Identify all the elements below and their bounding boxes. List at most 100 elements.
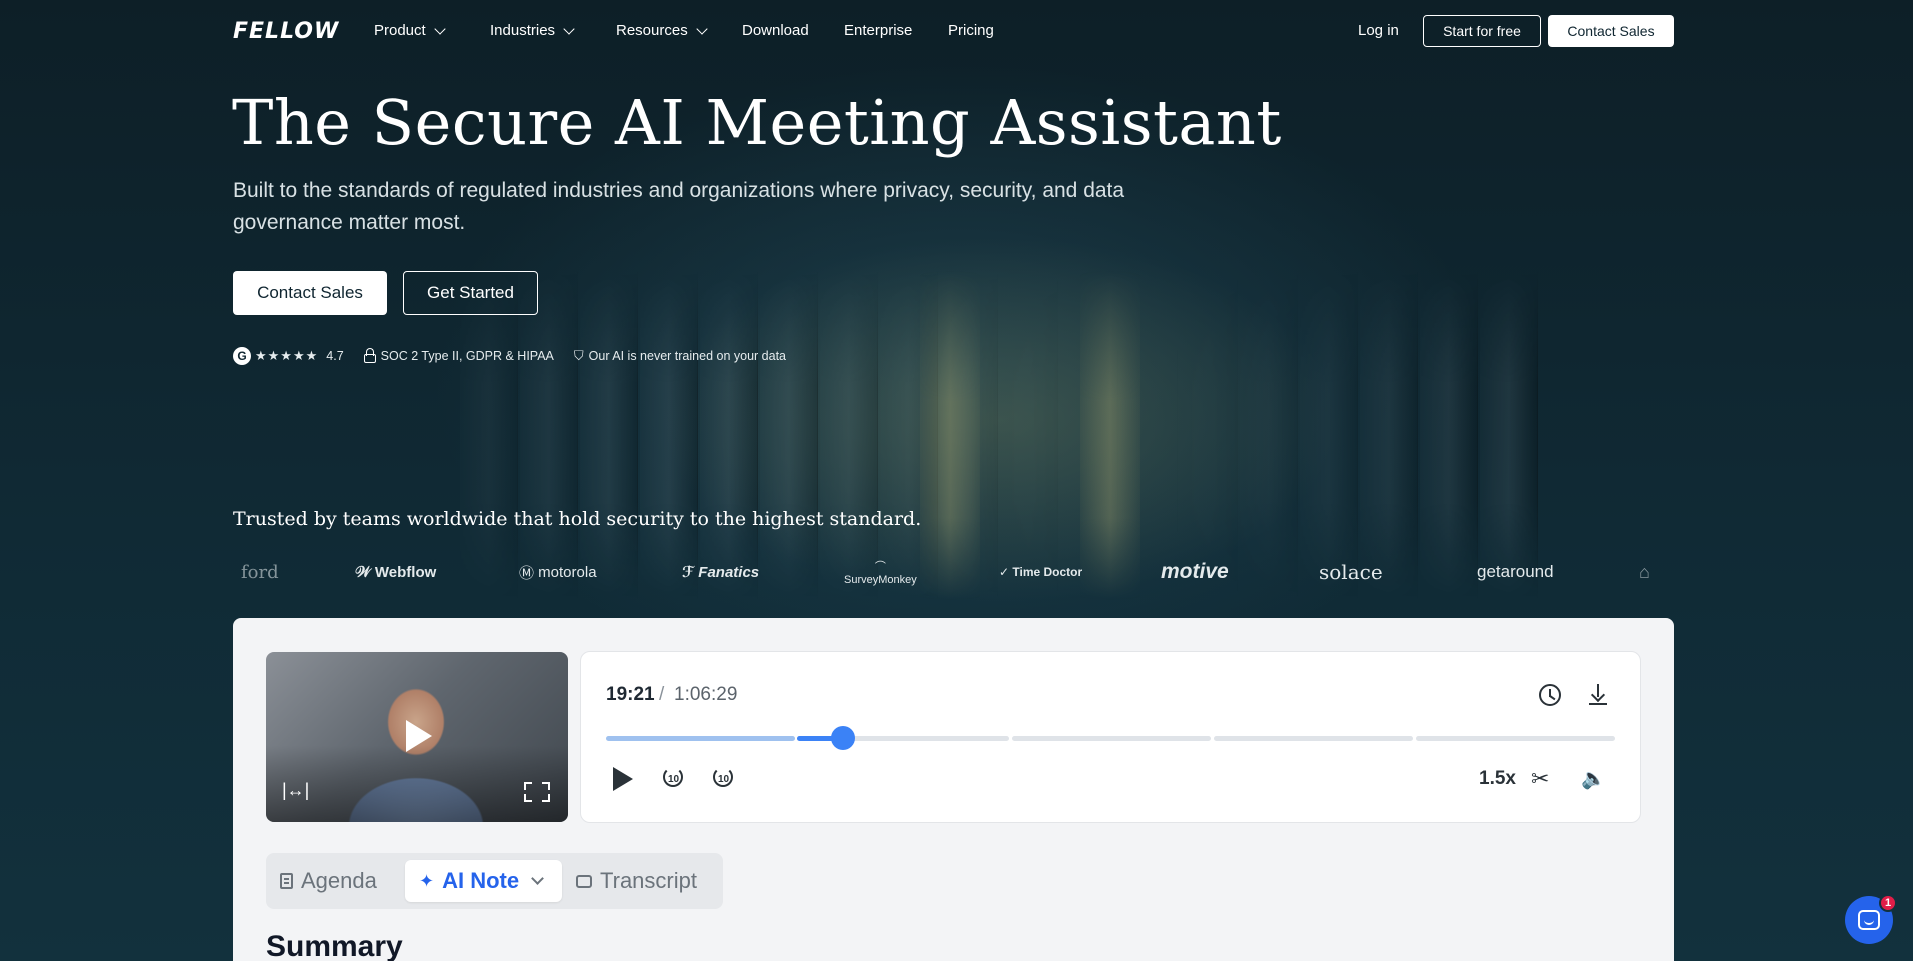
logo-surveymonkey: ⌒ SurveyMonkey (844, 555, 917, 589)
playback-speed[interactable]: 1.5x (1479, 768, 1516, 790)
clock-icon[interactable] (1539, 684, 1561, 706)
background-glow (1080, 270, 1140, 600)
logo-ford: ford (241, 561, 279, 583)
trusted-heading: Trusted by teams worldwide that hold sec… (233, 508, 922, 530)
logo-time-doctor-label: Time Doctor (1012, 565, 1083, 579)
customer-logo-strip: ford 𝒲 Webflow Ⓜ motorola ℱ Fanatics ⌒ Su… (233, 555, 1673, 589)
notes-tabs: Agenda ✦ AI Note Transcript (266, 853, 723, 909)
fullscreen-icon[interactable] (524, 782, 550, 802)
hero-contact-sales-button[interactable]: Contact Sales (233, 271, 387, 315)
tab-agenda-label: Agenda (301, 868, 377, 893)
logo-motive: motive (1161, 560, 1229, 583)
background-stripe (760, 270, 818, 600)
summary-heading: Summary (266, 930, 403, 961)
progress-segment-4[interactable] (1214, 736, 1413, 741)
background-stripe (700, 270, 758, 600)
compliance-badge: SOC 2 Type II, GDPR & HIPAA (363, 348, 554, 363)
nav-industries-label: Industries (490, 22, 556, 39)
nav-product-label: Product (374, 22, 426, 39)
hero-title: The Secure AI Meeting Assistant (232, 86, 1282, 159)
shield-check-icon: ⛉ (573, 348, 584, 363)
progress-knob[interactable] (831, 726, 855, 750)
logo-getaround: getaround (1477, 562, 1554, 581)
logo-motorola-label: motorola (538, 563, 597, 581)
nav-enterprise[interactable]: Enterprise (844, 22, 912, 39)
logo-motorola: Ⓜ motorola (519, 555, 597, 589)
nav-pricing[interactable]: Pricing (948, 22, 994, 39)
background-stripe (520, 270, 578, 600)
chat-icon (576, 874, 592, 888)
current-time: 19:21 (606, 684, 655, 705)
progress-segment-5[interactable] (1416, 736, 1615, 741)
nav-product[interactable]: Product (374, 22, 446, 39)
nav-contact-sales-button[interactable]: Contact Sales (1548, 15, 1674, 47)
tab-ai-note[interactable]: ✦ AI Note (405, 860, 563, 902)
nav-resources-label: Resources (616, 22, 688, 39)
progress-segment-3[interactable] (1012, 736, 1211, 741)
get-started-button[interactable]: Get Started (403, 271, 538, 315)
nav-industries[interactable]: Industries (490, 22, 575, 39)
background-stripe (1420, 270, 1478, 600)
ai-training-text: Our AI is never trained on your data (588, 349, 786, 363)
time-separator: / (659, 684, 665, 705)
background-stripe (640, 270, 698, 600)
lock-icon (363, 348, 376, 363)
background-stripe (1240, 270, 1298, 600)
background-stripe (580, 270, 638, 600)
tab-transcript[interactable]: Transcript (576, 860, 697, 902)
partial-logo-icon: ⌂ (1639, 561, 1650, 582)
nav-download[interactable]: Download (742, 22, 809, 39)
fit-width-icon[interactable]: |↔| (282, 780, 309, 801)
logo-time-doctor: ✓ Time Doctor (999, 555, 1082, 589)
fellow-logo[interactable]: FELLOW (233, 19, 339, 44)
trust-badges: G ★★★★★ 4.7 SOC 2 Type II, GDPR & HIPAA … (233, 347, 806, 365)
download-icon[interactable] (1587, 682, 1609, 706)
forward-10-icon[interactable]: 10 (711, 765, 737, 791)
logo-webflow-label: Webflow (374, 563, 437, 581)
surveymonkey-icon: ⌒ (874, 561, 886, 573)
audio-player: 19:21 / 1:06:29 10 10 1.5x ✂ 🔈 (580, 651, 1641, 823)
scissors-icon[interactable]: ✂ (1531, 766, 1549, 792)
background-stripe (460, 270, 518, 600)
background-stripe (1300, 270, 1358, 600)
rewind-10-icon[interactable]: 10 (661, 765, 687, 791)
start-for-free-button[interactable]: Start for free (1423, 15, 1541, 47)
play-icon[interactable] (613, 767, 633, 791)
progress-segment-1[interactable] (606, 736, 795, 741)
logo-fanatics: ℱ Fanatics (682, 555, 759, 589)
background-stripe (1360, 270, 1418, 600)
g2-icon: G (233, 347, 251, 365)
logo-webflow: 𝒲 Webflow (355, 555, 436, 589)
top-navigation: FELLOW Product Industries Resources Down… (0, 0, 1913, 62)
tab-agenda[interactable]: Agenda (280, 860, 377, 902)
background-stripe (820, 270, 878, 600)
video-play-icon[interactable] (406, 720, 432, 752)
compliance-text: SOC 2 Type II, GDPR & HIPAA (380, 349, 554, 363)
volume-icon[interactable]: 🔈 (1581, 766, 1606, 791)
hero-subtitle: Built to the standards of regulated indu… (233, 179, 1125, 234)
login-link[interactable]: Log in (1358, 22, 1399, 39)
motorola-icon: Ⓜ (519, 564, 539, 582)
chevron-down-icon (563, 22, 575, 35)
chat-notification-badge: 1 (1879, 894, 1897, 912)
chevron-down-icon[interactable] (531, 872, 544, 885)
check-circle-icon: ✓ (999, 565, 1013, 579)
logo-fanatics-label: Fanatics (698, 563, 760, 581)
fanatics-icon: ℱ (682, 564, 699, 581)
tab-transcript-label: Transcript (600, 868, 697, 893)
background-stripe (1000, 270, 1058, 600)
nav-resources[interactable]: Resources (616, 22, 708, 39)
total-time: 1:06:29 (674, 684, 738, 705)
tab-ai-note-label: AI Note (442, 868, 520, 893)
chat-bubble-icon (1858, 910, 1880, 930)
product-demo-card: |↔| 19:21 / 1:06:29 10 10 1.5x ✂ 🔈 Agend… (233, 618, 1674, 961)
rating-value: 4.7 (326, 349, 344, 363)
background-glow (920, 270, 980, 600)
sparkle-icon: ✦ (419, 870, 435, 891)
chevron-down-icon (434, 22, 446, 35)
logo-solace: solace (1319, 560, 1383, 584)
ai-training-badge: ⛉ Our AI is never trained on your data (574, 348, 786, 364)
background-stripe (1180, 270, 1238, 600)
background-light-stripes (460, 270, 1560, 600)
video-thumbnail[interactable]: |↔| (266, 652, 568, 822)
